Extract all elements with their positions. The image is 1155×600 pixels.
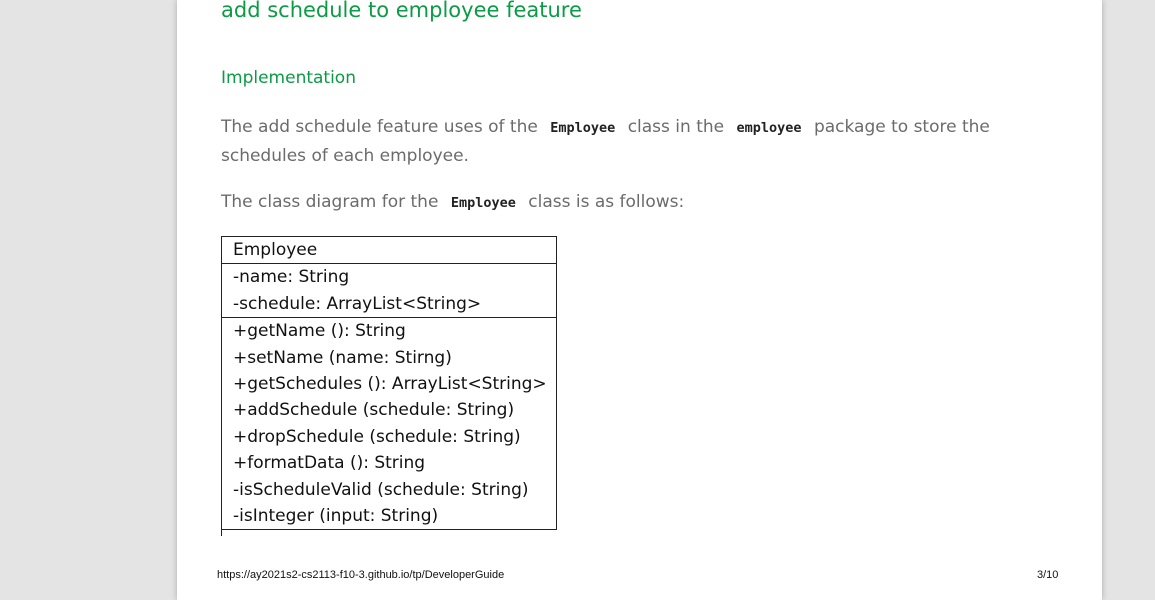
paragraph-text: The class diagram for the xyxy=(221,192,439,212)
paragraph-text: The add schedule feature uses of the xyxy=(221,117,538,137)
method-get-schedules: +getSchedules (): ArrayList<String> xyxy=(233,373,547,394)
footer-page-number: 3/10 xyxy=(1037,569,1059,581)
method-is-schedule-valid: -isScheduleValid (schedule: String) xyxy=(233,479,529,500)
attributes-section: -name: String -schedule: ArrayList<Strin… xyxy=(222,263,556,317)
class-name-section: Employee xyxy=(222,237,556,263)
subsection-heading: Implementation xyxy=(221,68,356,88)
method-set-name: +setName (name: Stirng) xyxy=(233,347,452,368)
attribute-name: -name: String xyxy=(233,267,350,288)
inline-code-employee-class: Employee xyxy=(550,120,616,136)
paragraph-text: class is as follows: xyxy=(528,192,685,212)
diagram-edge-mark xyxy=(221,528,222,536)
section-heading: add schedule to employee feature xyxy=(221,0,582,22)
method-add-schedule: +addSchedule (schedule: String) xyxy=(233,400,515,421)
footer-url: https://ay2021s2-cs2113-f10-3.github.io/… xyxy=(217,569,505,581)
attribute-schedule: -schedule: ArrayList<String> xyxy=(233,293,482,314)
method-get-name: +getName (): String xyxy=(233,321,406,342)
inline-code-employee-class: Employee xyxy=(450,195,516,211)
paragraph-text: class in the xyxy=(627,117,725,137)
employee-class-diagram: Employee -name: String -schedule: ArrayL… xyxy=(221,236,557,531)
paragraph-diagram-intro: The class diagram for the Employee class… xyxy=(221,188,1041,217)
method-is-integer: -isInteger (input: String) xyxy=(233,505,439,526)
paragraph-feature-description: The add schedule feature uses of the Emp… xyxy=(221,113,1041,170)
class-name: Employee xyxy=(233,240,318,260)
inline-code-employee-package: employee xyxy=(736,120,802,136)
method-drop-schedule: +dropSchedule (schedule: String) xyxy=(233,426,521,447)
document-page: add schedule to employee feature Impleme… xyxy=(177,0,1102,600)
method-format-data: +formatData (): String xyxy=(233,453,426,474)
methods-section: +getName (): String +setName (name: Stir… xyxy=(222,317,556,529)
